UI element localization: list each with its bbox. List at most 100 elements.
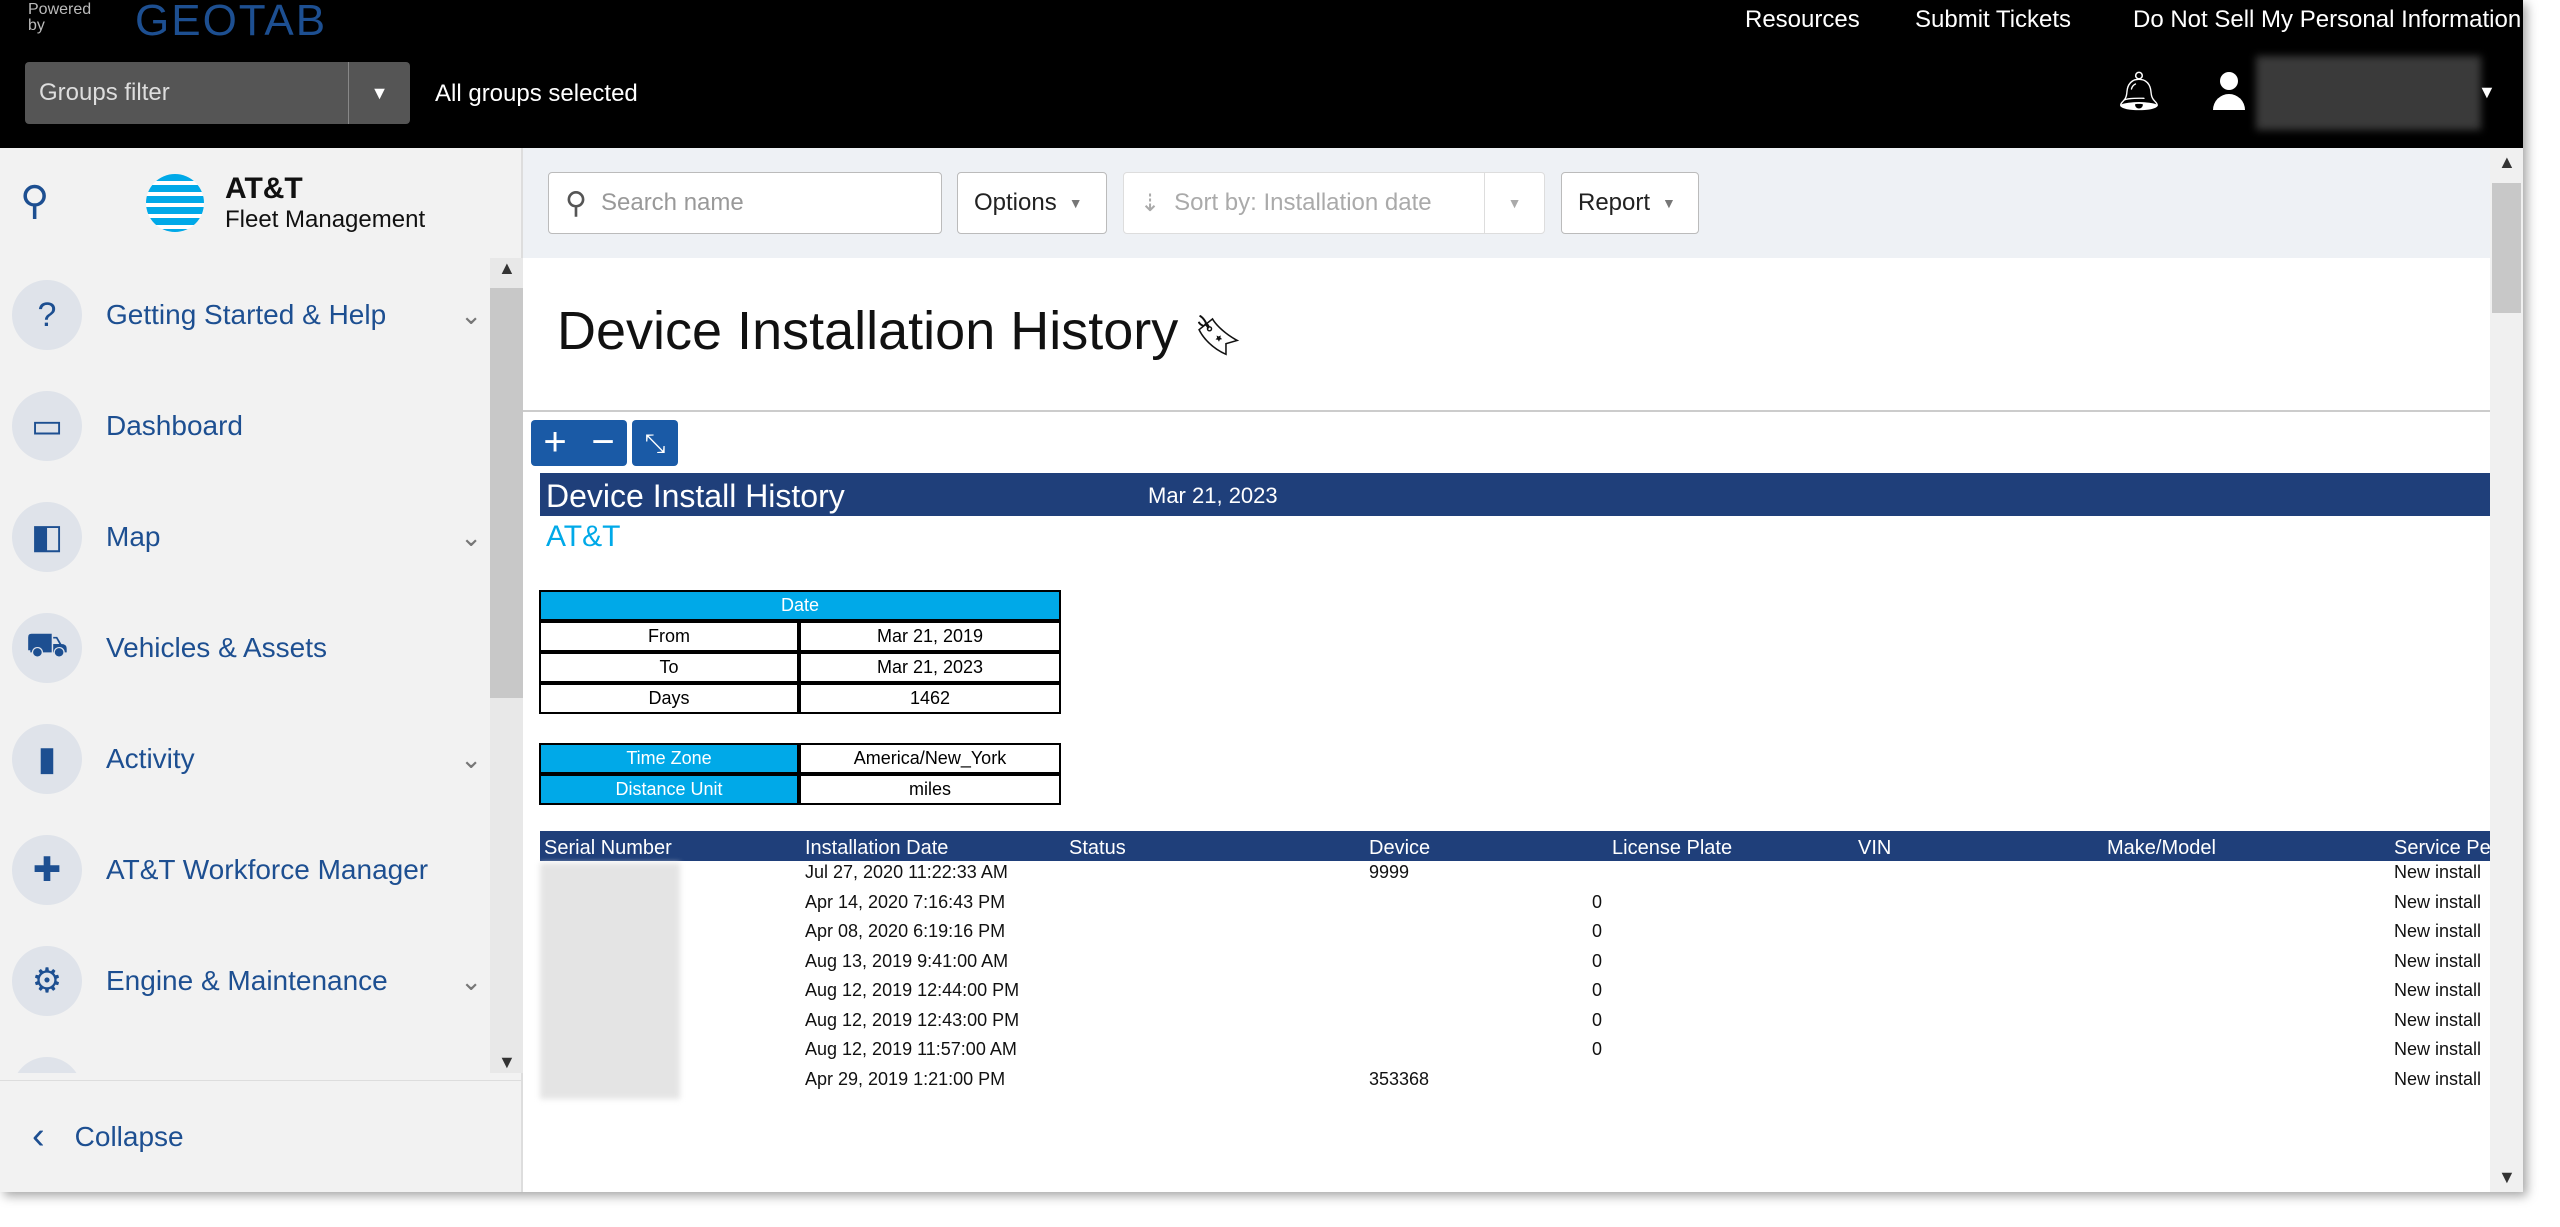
service-period: New install xyxy=(2394,980,2482,1000)
column-header[interactable]: Serial Number xyxy=(544,837,672,860)
groups-filter[interactable]: Groups filter ▼ xyxy=(25,62,410,124)
license-plate: 0 xyxy=(1592,980,1603,1000)
zoom-out-icon[interactable]: − xyxy=(579,420,627,466)
sort-value: Installation date xyxy=(1263,189,1432,216)
service-period: New install xyxy=(2394,1009,2482,1030)
date-header: Date xyxy=(539,590,1061,621)
table-row: Aug 12, 2019 11:57:00 AM 0 New install xyxy=(540,1039,2490,1068)
powered-by: Powered by xyxy=(28,1,92,34)
search-icon[interactable]: ⚲ xyxy=(20,178,49,224)
submit-tickets-link[interactable]: Submit Tickets xyxy=(1915,6,2071,34)
setting-value: America/New_York xyxy=(799,743,1061,774)
search-icon: ⚲ xyxy=(565,186,587,220)
main-scrollbar[interactable]: ▲ ▼ xyxy=(2490,148,2523,1192)
att-globe-logo xyxy=(146,174,204,232)
sidebar-item-dashboard[interactable]: ▭ Dashboard xyxy=(12,386,482,466)
sidebar-item-label: AT&T Workforce Manager xyxy=(106,854,429,885)
sidebar-item-label: Activity xyxy=(106,743,195,774)
sidebar-scrollbar[interactable]: ▲ ▼ xyxy=(490,258,523,1073)
do-not-sell-link[interactable]: Do Not Sell My Personal Information xyxy=(2133,6,2521,34)
app-window: Powered by GEOTAB Resources Submit Ticke… xyxy=(0,0,2523,1192)
setting-label: Time Zone xyxy=(539,743,799,774)
chevron-down-icon[interactable]: ⌄ xyxy=(460,522,482,553)
setting-value: miles xyxy=(799,774,1061,805)
user-menu-chevron-icon[interactable]: ▼ xyxy=(2478,82,2496,103)
page-title-text: Device Installation History xyxy=(557,301,1179,361)
chevron-down-icon[interactable]: ⌄ xyxy=(460,300,482,331)
collapse-label: Collapse xyxy=(74,1120,184,1152)
installation-date: Apr 14, 2020 7:16:43 PM xyxy=(805,891,1006,912)
report-button[interactable]: Report ▼ xyxy=(1561,172,1699,234)
sort-dropdown[interactable]: ⇣ Sort by: Installation date ▼ xyxy=(1123,172,1545,234)
bookmark-icon[interactable]: 🔖︎ xyxy=(1193,314,1244,358)
sort-by-label: Sort by: xyxy=(1174,189,1257,216)
license-plate: 0 xyxy=(1592,891,1603,912)
installation-date: Aug 12, 2019 12:44:00 PM xyxy=(805,980,1020,1000)
table-row: Jul 27, 2020 11:22:33 AM 9999 New install xyxy=(540,862,2490,891)
collapse-button[interactable]: ‹ Collapse xyxy=(0,1080,521,1192)
sidebar-item-at-t-workforce-manager[interactable]: ✚ AT&T Workforce Manager xyxy=(12,830,482,910)
date-row: To Mar 21, 2023 xyxy=(539,652,1061,683)
device: 353368 xyxy=(1369,1068,1430,1089)
chevron-down-icon[interactable]: ▼ xyxy=(348,62,410,124)
installation-date: Aug 12, 2019 11:57:00 AM xyxy=(805,1039,1017,1059)
zoom-in-icon[interactable]: + xyxy=(531,420,579,466)
fit-icon[interactable]: ⤡ xyxy=(632,420,678,466)
license-plate: 0 xyxy=(1592,950,1603,971)
sidebar-item-label: Map xyxy=(106,521,161,552)
table-body: Jul 27, 2020 11:22:33 AM 9999 New install A… xyxy=(540,862,2490,1102)
date-table: Date From Mar 21, 2019 To Mar 21, 2023 Days 1… xyxy=(539,590,1061,714)
zoom-controls: + − xyxy=(531,420,627,466)
search-input[interactable]: ⚲ Search name xyxy=(548,172,942,234)
bell-icon[interactable]: 🔔︎ xyxy=(2115,70,2163,114)
resources-link[interactable]: Resources xyxy=(1745,6,1860,34)
installation-date: Apr 29, 2019 1:21:00 PM xyxy=(805,1068,1006,1089)
column-header[interactable]: Service Pe xyxy=(2394,837,2491,860)
groups-filter-label: Groups filter xyxy=(39,79,170,106)
date-label: Days xyxy=(539,683,799,714)
service-period: New install xyxy=(2394,891,2482,912)
geotab-logo: GEOTAB xyxy=(135,0,328,45)
company-name: AT&T xyxy=(546,520,621,553)
setting-row: Time Zone America/New_York xyxy=(539,743,1061,774)
table-row: Aug 12, 2019 12:44:00 PM 0 New install xyxy=(540,980,2490,1009)
top-bar: Powered by GEOTAB Resources Submit Ticke… xyxy=(0,0,2523,148)
license-plate: 0 xyxy=(1592,1009,1603,1030)
license-plate: 0 xyxy=(1592,921,1603,941)
sidebar: ⚲ AT&T Fleet Management ? Getting Started… xyxy=(0,148,523,1192)
sidebar-item-m[interactable]: ✉M xyxy=(12,1052,482,1073)
column-header[interactable]: Make/Model xyxy=(2107,837,2216,860)
sort-icon: ⇣ xyxy=(1140,189,1161,217)
service-period: New install xyxy=(2394,862,2482,882)
column-header[interactable]: License Plate xyxy=(1612,837,1732,860)
options-button[interactable]: Options ▼ xyxy=(957,172,1107,234)
report-date: Mar 21, 2023 xyxy=(1148,483,1278,508)
puzzle-icon: ✚ xyxy=(12,835,82,905)
column-header[interactable]: VIN xyxy=(1858,837,1891,860)
sidebar-item-label: Engine & Maintenance xyxy=(106,965,388,996)
table-row: Apr 14, 2020 7:16:43 PM 0 New install xyxy=(540,892,2490,921)
sidebar-item-map[interactable]: ◧ Map ⌄ xyxy=(12,497,482,577)
sidebar-item-vehicles-assets[interactable]: ⛟ Vehicles & Assets xyxy=(12,608,482,688)
logo-line2: Fleet Management xyxy=(225,206,426,233)
chevron-down-icon[interactable]: ⌄ xyxy=(460,744,482,775)
truck-icon: ⛟ xyxy=(12,613,82,683)
column-header[interactable]: Status xyxy=(1069,837,1126,860)
service-period: New install xyxy=(2394,950,2482,971)
chevron-down-icon[interactable]: ⌄ xyxy=(460,966,482,997)
column-header[interactable]: Device xyxy=(1369,837,1430,860)
installation-date: Apr 08, 2020 6:19:16 PM xyxy=(805,921,1006,941)
page-title: Device Installation History 🔖︎ xyxy=(557,300,1244,362)
device: 9999 xyxy=(1369,862,1410,882)
date-value: Mar 21, 2023 xyxy=(799,652,1061,683)
chevron-down-icon: ▼ xyxy=(1068,195,1083,211)
chevron-down-icon: ▼ xyxy=(1662,195,1676,211)
sidebar-item-activity[interactable]: ▮ Activity ⌄ xyxy=(12,719,482,799)
report-label: Report xyxy=(1578,189,1651,216)
sidebar-item-getting-started-help[interactable]: ? Getting Started & Help ⌄ xyxy=(12,275,482,355)
column-header[interactable]: Installation Date xyxy=(805,837,948,860)
nav-list: ? Getting Started & Help ⌄ ▭ Dashboard ◧ Map ⌄ ⛟… xyxy=(0,258,490,1073)
user-icon[interactable] xyxy=(2212,72,2246,112)
divider xyxy=(523,410,2490,412)
sidebar-item-engine-maintenance[interactable]: ⚙ Engine & Maintenance ⌄ xyxy=(12,941,482,1021)
